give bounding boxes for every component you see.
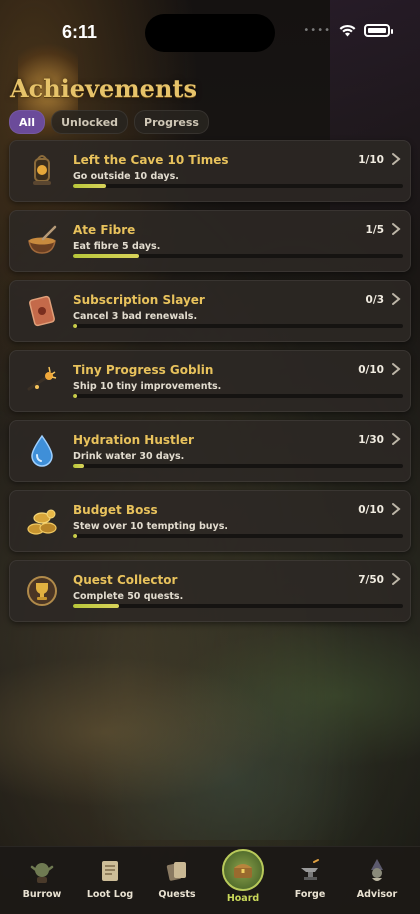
tab-loot-log[interactable]: Loot Log: [75, 855, 145, 911]
achievement-title: Left the Cave 10 Times: [73, 153, 229, 167]
progress-track: [73, 394, 403, 398]
treasure-chest-icon: [234, 864, 252, 878]
achievement-card[interactable]: Left the Cave 10 Times Go outside 10 day…: [9, 140, 411, 202]
cards-icon: [166, 862, 186, 881]
chevron-right-icon: [392, 223, 401, 235]
anvil-icon: [301, 859, 319, 880]
chevron-right-icon: [392, 433, 401, 445]
treasure-scene-backdrop: [0, 600, 420, 840]
progress-fill: [73, 184, 106, 188]
achievement-description: Ship 10 tiny improvements.: [73, 381, 222, 392]
bottom-tab-bar: Burrow Loot Log Quests Hoard Forge Advis…: [0, 846, 420, 914]
achievement-title: Budget Boss: [73, 503, 158, 517]
tab-label: Burrow: [22, 889, 62, 900]
lantern-icon: [24, 153, 60, 189]
progress-track: [73, 604, 403, 608]
tab-label: Hoard: [226, 893, 260, 904]
chevron-right-icon: [392, 363, 401, 375]
tab-label: Loot Log: [86, 889, 134, 900]
achievement-title: Ate Fibre: [73, 223, 136, 237]
progress-fill: [73, 464, 84, 468]
progress-fill: [73, 254, 139, 258]
tab-hoard[interactable]: Hoard: [208, 849, 278, 911]
achievement-count: 0/3: [365, 294, 384, 306]
achievement-card[interactable]: Subscription Slayer Cancel 3 bad renewal…: [9, 280, 411, 342]
tab-label: Advisor: [356, 889, 398, 900]
filter-tab-all[interactable]: All: [9, 110, 46, 134]
progress-fill: [73, 604, 120, 608]
achievement-description: Go outside 10 days.: [73, 171, 179, 182]
trophy-medallion-icon: [24, 573, 60, 609]
achievement-title: Tiny Progress Goblin: [73, 363, 214, 377]
achievement-count: 7/50: [358, 574, 384, 586]
scroll-icon: [102, 861, 118, 881]
achievement-description: Drink water 30 days.: [73, 451, 185, 462]
progress-track: [73, 464, 403, 468]
cellular-signal-icon: ••••: [303, 25, 331, 36]
wizard-icon: [371, 859, 383, 881]
battery-icon: [364, 24, 393, 37]
chevron-right-icon: [392, 153, 401, 165]
goblin-icon: [30, 863, 54, 883]
tab-label: Forge: [294, 889, 326, 900]
page-title: Achievements: [10, 74, 197, 103]
tab-burrow[interactable]: Burrow: [7, 855, 77, 911]
chevron-right-icon: [392, 293, 401, 305]
achievement-list: Left the Cave 10 Times Go outside 10 day…: [9, 140, 411, 630]
achievement-count: 1/10: [358, 154, 384, 166]
achievement-card[interactable]: Budget Boss Stew over 10 tempting buys. …: [9, 490, 411, 552]
filter-tab-unlocked[interactable]: Unlocked: [51, 110, 129, 134]
achievement-card[interactable]: Ate Fibre Eat fibre 5 days. 1/5: [9, 210, 411, 272]
achievement-card[interactable]: Quest Collector Complete 50 quests. 7/50: [9, 560, 411, 622]
achievement-title: Quest Collector: [73, 573, 178, 587]
tab-quests[interactable]: Quests: [142, 855, 212, 911]
achievement-count: 0/10: [358, 364, 384, 376]
achievement-description: Complete 50 quests.: [73, 591, 184, 602]
bowl-icon: [24, 223, 60, 259]
wifi-icon: [339, 24, 356, 37]
achievement-description: Stew over 10 tempting buys.: [73, 521, 228, 532]
achievement-card[interactable]: Tiny Progress Goblin Ship 10 tiny improv…: [9, 350, 411, 412]
tab-forge[interactable]: Forge: [275, 855, 345, 911]
camera-notch: [145, 14, 275, 52]
spark-tool-icon: [24, 363, 60, 399]
tab-advisor[interactable]: Advisor: [342, 855, 412, 911]
status-icons: ••••: [303, 24, 393, 37]
chevron-right-icon: [392, 573, 401, 585]
chevron-right-icon: [392, 503, 401, 515]
tab-hoard-badge: [222, 849, 264, 891]
progress-track: [73, 324, 403, 328]
progress-track: [73, 254, 403, 258]
achievement-count: 1/30: [358, 434, 384, 446]
achievement-description: Eat fibre 5 days.: [73, 241, 161, 252]
achievement-description: Cancel 3 bad renewals.: [73, 311, 198, 322]
water-drop-icon: [24, 433, 60, 469]
progress-fill: [73, 324, 77, 328]
status-bar: 6:11 ••••: [0, 0, 420, 64]
progress-fill: [73, 534, 77, 538]
scroll-card-icon: [24, 293, 60, 329]
achievement-card[interactable]: Hydration Hustler Drink water 30 days. 1…: [9, 420, 411, 482]
tab-label: Quests: [158, 889, 196, 900]
progress-fill: [73, 394, 77, 398]
achievement-count: 1/5: [365, 224, 384, 236]
achievement-count: 0/10: [358, 504, 384, 516]
filter-tabs: All Unlocked Progress: [9, 110, 209, 134]
achievement-title: Hydration Hustler: [73, 433, 194, 447]
status-time: 6:11: [62, 22, 98, 42]
filter-tab-progress[interactable]: Progress: [134, 110, 209, 134]
coin-pile-icon: [24, 503, 60, 539]
progress-track: [73, 534, 403, 538]
achievement-title: Subscription Slayer: [73, 293, 205, 307]
progress-track: [73, 184, 403, 188]
